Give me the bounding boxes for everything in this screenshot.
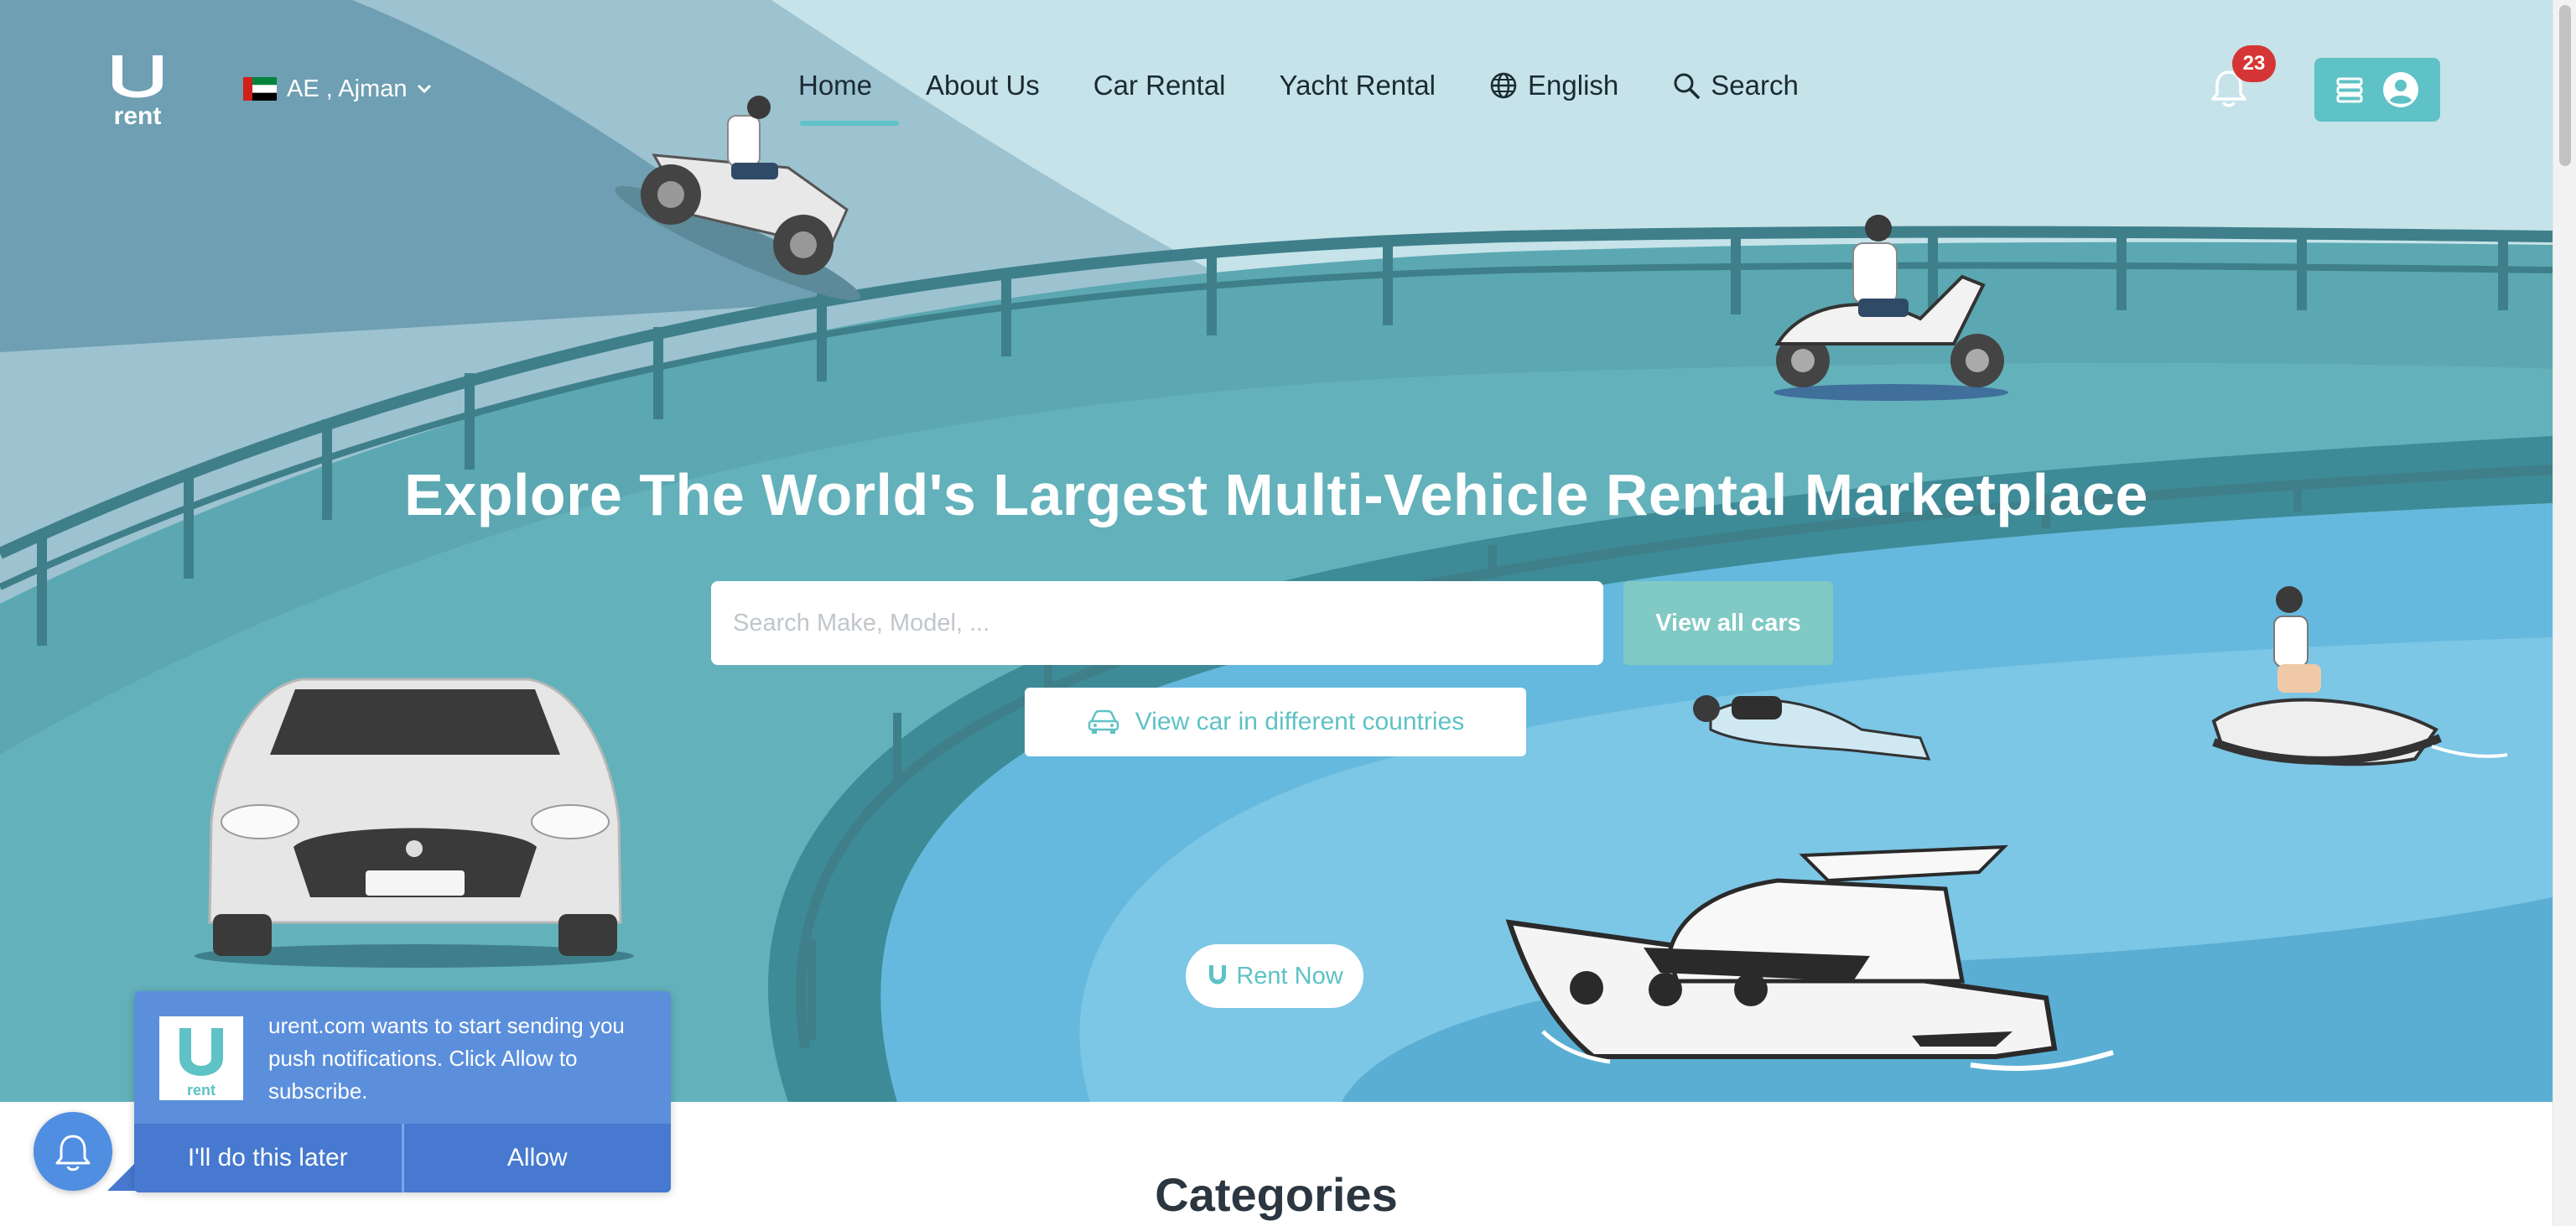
notification-count-badge: 23 bbox=[2232, 45, 2276, 82]
language-selector[interactable]: English bbox=[1489, 65, 1618, 106]
region-selector[interactable]: AE , Ajman bbox=[243, 72, 432, 106]
urent-logo[interactable]: rent bbox=[99, 52, 176, 129]
rent-now-label: Rent Now bbox=[1236, 962, 1343, 990]
main-nav: Home About Us Car Rental Yacht Rental En… bbox=[798, 65, 1852, 126]
push-prompt-message: urent.com wants to start sending you pus… bbox=[268, 1013, 625, 1104]
page-scrollbar[interactable] bbox=[2553, 0, 2576, 1226]
bell-icon bbox=[55, 1135, 91, 1171]
urent-logo: rent bbox=[159, 1016, 243, 1100]
globe-icon bbox=[1490, 72, 1517, 99]
push-later-button[interactable]: I'll do this later bbox=[134, 1124, 402, 1192]
scrollbar-thumb[interactable] bbox=[2559, 5, 2571, 166]
chevron-down-icon bbox=[418, 84, 432, 94]
urent-mark-icon bbox=[1209, 965, 1227, 984]
nav-car-rental[interactable]: Car Rental bbox=[1093, 65, 1226, 106]
nav-home[interactable]: Home bbox=[798, 65, 900, 126]
view-all-cars-button[interactable]: View all cars bbox=[1623, 581, 1833, 665]
user-avatar-icon bbox=[2383, 72, 2418, 107]
push-allow-button[interactable]: Allow bbox=[401, 1124, 672, 1192]
region-label: AE , Ajman bbox=[287, 75, 408, 102]
nav-about-us[interactable]: About Us bbox=[926, 65, 1040, 106]
car-icon bbox=[1088, 709, 1119, 734]
hero-banner: rent AE , Ajman Home About Us Car Rental… bbox=[0, 0, 2553, 1102]
account-menu-button[interactable] bbox=[2314, 58, 2440, 122]
push-notification-prompt: rent urent.com wants to start sending yo… bbox=[134, 991, 671, 1192]
push-prompt-actions: I'll do this later Allow bbox=[134, 1124, 671, 1192]
nav-yacht-rental[interactable]: Yacht Rental bbox=[1280, 65, 1436, 106]
svg-text:rent: rent bbox=[114, 102, 162, 129]
uae-flag-icon bbox=[243, 77, 277, 101]
search-icon bbox=[1674, 73, 1700, 99]
menu-icon bbox=[2336, 77, 2363, 103]
site-header: rent AE , Ajman Home About Us Car Rental… bbox=[0, 0, 2553, 168]
countries-button-label: View car in different countries bbox=[1135, 708, 1465, 735]
vehicle-search-input[interactable] bbox=[711, 581, 1603, 665]
svg-text:rent: rent bbox=[187, 1082, 216, 1099]
hero-title: Explore The World's Largest Multi-Vehicl… bbox=[404, 462, 2148, 527]
view-car-countries-button[interactable]: View car in different countries bbox=[1025, 688, 1526, 756]
rent-now-button[interactable]: Rent Now bbox=[1186, 944, 1363, 1008]
push-subscribe-bell[interactable] bbox=[34, 1112, 112, 1191]
nav-search[interactable]: Search bbox=[1672, 65, 1799, 106]
